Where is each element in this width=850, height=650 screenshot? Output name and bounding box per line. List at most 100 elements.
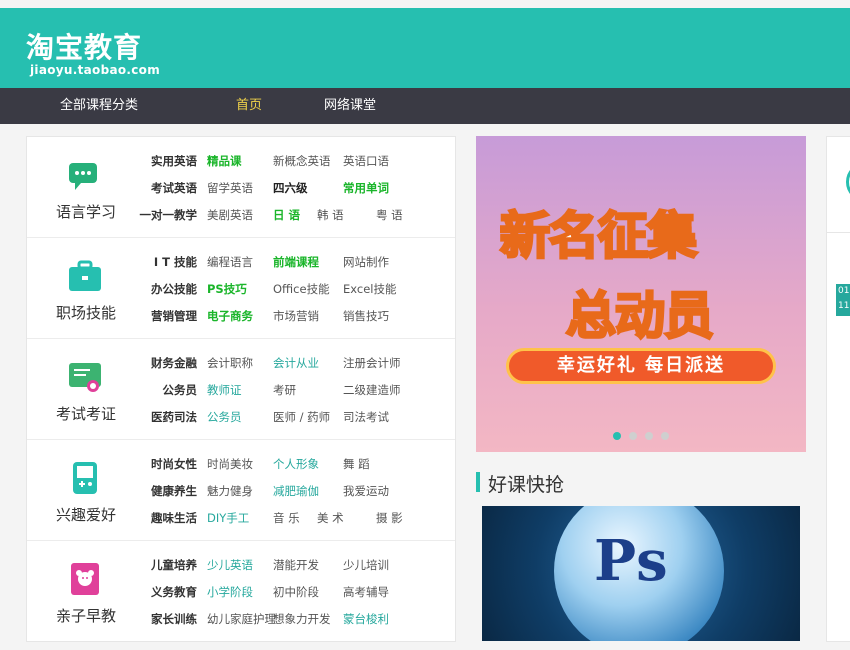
category-subheading-link[interactable]: 公务员 <box>135 380 198 400</box>
category-link[interactable]: 初中阶段 <box>273 582 319 602</box>
category-link[interactable]: 前端课程 <box>273 252 319 272</box>
category-link-row: 一对一教学 美剧英语日 语韩 语 粤 语 <box>137 205 452 232</box>
category-subheading-link[interactable]: 家长训练 <box>135 609 197 629</box>
category-link[interactable]: 电子商务 <box>207 306 253 326</box>
category-subheading-link[interactable]: 趣味生活 <box>135 508 197 528</box>
category-link[interactable]: 高考辅导 <box>343 582 389 602</box>
carousel-dot-3[interactable] <box>645 432 653 440</box>
category-link[interactable]: 医师 / 药师 <box>273 407 330 427</box>
category-link[interactable]: 潜能开发 <box>273 555 319 575</box>
category-subheading-link[interactable]: 时尚女性 <box>135 454 197 474</box>
category-link[interactable]: 编程语言 <box>207 252 253 272</box>
category-link-row: 儿童培养 少儿英语 潜能开发 少儿培训 <box>137 555 452 582</box>
category-link[interactable]: 美 术 <box>317 508 344 528</box>
category-subheading-link[interactable]: 营销管理 <box>135 306 197 326</box>
category-link[interactable]: 个人形象 <box>273 454 319 474</box>
category-title[interactable]: 职场技能 <box>51 302 121 323</box>
category-title[interactable]: 考试考证 <box>51 403 121 424</box>
nav-all-categories[interactable]: 全部课程分类 <box>60 88 138 124</box>
category-block: 考试考证 财务金融 会计职称 会计从业 注册会计师 公务员 教师证 考研 二级建造师 医药司法 公务… <box>27 339 455 440</box>
category-link-row: 营销管理 电子商务 市场营销 销售技巧 <box>137 306 452 333</box>
category-link[interactable]: 市场营销 <box>273 306 319 326</box>
category-subheading-link[interactable]: 一对一教学 <box>135 205 198 225</box>
category-link[interactable]: DIY手工 <box>207 508 249 528</box>
category-block: 职场技能 I T 技能 编程语言 前端课程 网站制作办公技能 PS技巧 Office技能 Ex… <box>27 238 455 339</box>
category-title[interactable]: 语言学习 <box>51 201 121 222</box>
section-title: 好课快抢 <box>488 474 565 496</box>
course-thumbnail[interactable]: Ps <box>482 506 800 641</box>
category-link[interactable]: 少儿培训 <box>343 555 389 575</box>
carousel-dot-1[interactable] <box>613 432 621 440</box>
carousel-dot-2[interactable] <box>629 432 637 440</box>
category-link-row: 实用英语 精品课 新概念英语 英语口语 <box>137 151 452 178</box>
teddy-bear-icon[interactable] <box>67 561 103 597</box>
category-link[interactable]: Office技能 <box>273 279 330 299</box>
promo-banner[interactable]: 新名征集 总动员 幸运好礼 每日派送 <box>476 136 806 452</box>
right-card-date-badge: 01 11 <box>836 284 850 316</box>
top-strip <box>0 0 850 8</box>
category-link[interactable]: 我爱运动 <box>343 481 389 501</box>
category-link[interactable]: 韩 语 <box>317 205 344 225</box>
category-link[interactable]: 精品课 <box>207 151 242 171</box>
carousel-dot-4[interactable] <box>661 432 669 440</box>
category-subheading-link[interactable]: I T 技能 <box>135 252 197 272</box>
category-subheading-link[interactable]: 医药司法 <box>135 407 197 427</box>
category-link[interactable]: 蒙台梭利 <box>343 609 389 629</box>
category-link[interactable]: 舞 蹈 <box>343 454 370 474</box>
nav-online-classroom[interactable]: 网络课堂 <box>324 88 376 124</box>
category-link[interactable]: PS技巧 <box>207 279 247 299</box>
category-link[interactable]: 想象力开发 <box>273 609 331 629</box>
certificate-icon[interactable] <box>67 359 103 395</box>
category-subheading-link[interactable]: 财务金融 <box>135 353 197 373</box>
category-link[interactable]: 留学英语 <box>207 178 253 198</box>
category-subheading-link[interactable]: 义务教育 <box>135 582 197 602</box>
category-link[interactable]: 二级建造师 <box>343 380 401 400</box>
site-logo[interactable]: 淘宝教育 <box>26 26 142 66</box>
category-link[interactable]: 减肥瑜伽 <box>273 481 319 501</box>
category-link[interactable]: 销售技巧 <box>343 306 389 326</box>
ps-logo-icon: Ps <box>594 528 668 594</box>
category-link[interactable]: 英语口语 <box>343 151 389 171</box>
category-link[interactable]: 注册会计师 <box>343 353 401 373</box>
briefcase-icon[interactable] <box>67 258 103 294</box>
category-link[interactable]: Excel技能 <box>343 279 396 299</box>
category-subheading-link[interactable]: 实用英语 <box>135 151 197 171</box>
site-logo-url[interactable]: jiaoyu.taobao.com <box>30 63 160 77</box>
category-link[interactable]: 日 语 <box>273 205 300 225</box>
category-title[interactable]: 亲子早教 <box>51 605 121 626</box>
category-link-row: 公务员 教师证 考研 二级建造师 <box>137 380 452 407</box>
category-link[interactable]: 教师证 <box>207 380 242 400</box>
category-link[interactable]: 网站制作 <box>343 252 389 272</box>
main-nav: 全部课程分类 首页 网络课堂 <box>0 88 850 124</box>
category-link[interactable]: 音 乐 <box>273 508 300 528</box>
category-subheading-link[interactable]: 考试英语 <box>135 178 197 198</box>
category-link[interactable]: 会计职称 <box>207 353 253 373</box>
category-title[interactable]: 兴趣爱好 <box>51 504 121 525</box>
category-link[interactable]: 四六级 <box>273 178 308 198</box>
category-link[interactable]: 常用单词 <box>343 178 389 198</box>
category-link-row: 财务金融 会计职称 会计从业 注册会计师 <box>137 353 452 380</box>
category-link[interactable]: 时尚美妆 <box>207 454 253 474</box>
category-link-row: 医药司法 公务员 医师 / 药师 司法考试 <box>137 407 452 434</box>
category-link[interactable]: 粤 语 <box>376 205 403 225</box>
category-link[interactable]: 幼儿家庭护理 <box>207 609 276 629</box>
category-link[interactable]: 司法考试 <box>343 407 389 427</box>
category-link-row: 健康养生 魅力健身 减肥瑜伽 我爱运动 <box>137 481 452 508</box>
category-link[interactable]: 会计从业 <box>273 353 319 373</box>
banner-headline-2: 总动员 <box>565 286 716 347</box>
category-subheading-link[interactable]: 儿童培养 <box>135 555 197 575</box>
category-link[interactable]: 公务员 <box>207 407 242 427</box>
nav-home[interactable]: 首页 <box>236 88 262 124</box>
gamepad-icon[interactable] <box>67 460 103 496</box>
category-link-row: 家长训练 幼儿家庭护理 想象力开发 蒙台梭利 <box>137 609 452 636</box>
category-link[interactable]: 美剧英语 <box>207 205 253 225</box>
category-subheading-link[interactable]: 办公技能 <box>135 279 197 299</box>
chat-bubble-icon[interactable] <box>67 157 103 193</box>
category-link[interactable]: 小学阶段 <box>207 582 253 602</box>
category-link[interactable]: 少儿英语 <box>207 555 253 575</box>
category-link[interactable]: 新概念英语 <box>273 151 331 171</box>
category-subheading-link[interactable]: 健康养生 <box>135 481 197 501</box>
category-link[interactable]: 考研 <box>273 380 296 400</box>
category-link[interactable]: 魅力健身 <box>207 481 253 501</box>
category-link[interactable]: 摄 影 <box>376 508 403 528</box>
